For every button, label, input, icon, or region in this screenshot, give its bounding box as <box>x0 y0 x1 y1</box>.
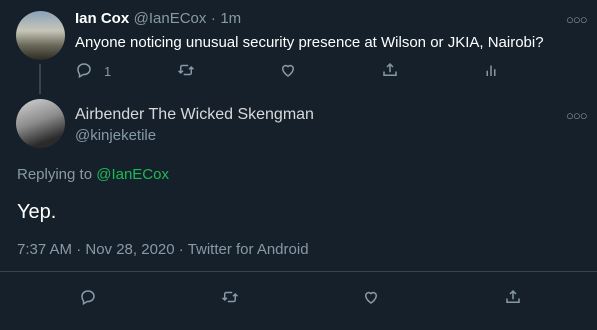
parent-time-ago[interactable]: 1m <box>220 10 241 27</box>
action-bar-divider <box>0 271 597 272</box>
main-tweet-text: Yep. <box>17 201 57 223</box>
parent-tweet-header: Ian Cox @IanECox · 1m <box>75 10 241 28</box>
retweet-icon[interactable] <box>174 58 198 82</box>
main-author-handle[interactable]: @kinjeketile <box>75 127 156 144</box>
replying-to-handle[interactable]: @IanECox <box>96 166 169 183</box>
share-icon[interactable] <box>378 58 402 82</box>
like-icon[interactable] <box>359 285 383 309</box>
like-icon[interactable] <box>276 58 300 82</box>
replying-to-line: Replying to @IanECox <box>17 166 169 183</box>
main-tweet-timestamp[interactable]: 7:37 AM · Nov 28, 2020 · Twitter for And… <box>17 241 309 258</box>
reply-icon[interactable] <box>72 58 96 82</box>
analytics-icon[interactable] <box>479 58 503 82</box>
retweet-icon[interactable] <box>218 285 242 309</box>
replying-to-prefix: Replying to <box>17 166 93 183</box>
reply-icon[interactable] <box>76 285 100 309</box>
parent-author-avatar[interactable] <box>16 11 65 60</box>
parent-author-name[interactable]: Ian Cox <box>75 10 129 27</box>
main-author-name[interactable]: Airbender The Wicked Skengman <box>75 106 314 124</box>
more-icon[interactable]: ○○○ <box>566 108 588 123</box>
more-icon[interactable]: ○○○ <box>566 12 588 27</box>
parent-header-separator: · <box>210 10 216 27</box>
parent-tweet-text: Anyone noticing unusual security presenc… <box>75 34 544 51</box>
parent-reply-count: 1 <box>104 64 112 79</box>
thread-connector-line <box>39 64 41 94</box>
parent-author-handle[interactable]: @IanECox <box>134 10 207 27</box>
share-icon[interactable] <box>501 285 525 309</box>
main-author-avatar[interactable] <box>16 99 65 148</box>
